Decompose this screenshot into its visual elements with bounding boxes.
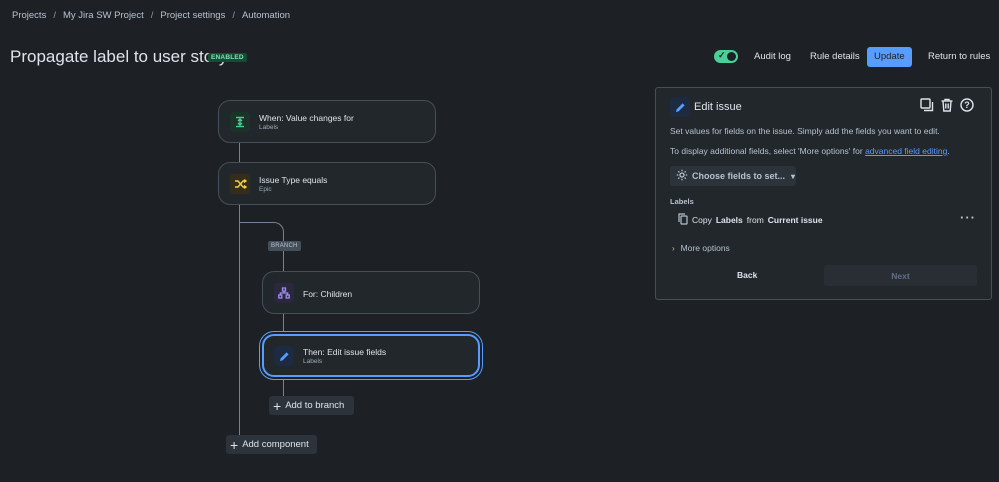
- value-change-icon: [230, 112, 250, 132]
- labels-heading: Labels: [670, 197, 694, 206]
- panel-description: Set values for fields on the issue. Simp…: [670, 126, 940, 136]
- copy-from: from: [746, 215, 764, 225]
- copy-source: Current issue: [767, 215, 823, 225]
- audit-log-button[interactable]: Audit log: [750, 47, 795, 67]
- breadcrumb-projects[interactable]: Projects: [12, 10, 46, 21]
- return-to-rules-button[interactable]: Return to rules: [924, 47, 994, 67]
- rule-enabled-toggle[interactable]: ✓: [714, 50, 738, 63]
- shuffle-icon: [230, 174, 250, 194]
- trigger-subtitle: Labels: [259, 124, 279, 131]
- breadcrumb: Projects / My Jira SW Project / Project …: [12, 10, 290, 21]
- update-button[interactable]: Update: [867, 47, 912, 67]
- condition-subtitle: Epic: [259, 186, 272, 193]
- copy-field: Labels: [715, 215, 743, 225]
- breadcrumb-project-settings[interactable]: Project settings: [160, 10, 225, 21]
- gear-icon: [676, 169, 688, 183]
- branch-label: BRANCH: [268, 241, 301, 251]
- add-component-label: Add component: [242, 439, 309, 450]
- breadcrumb-automation[interactable]: Automation: [242, 10, 290, 21]
- check-icon: ✓: [718, 50, 726, 60]
- plus-icon: +: [273, 397, 282, 414]
- condition-card[interactable]: Issue Type equals Epic: [218, 162, 436, 205]
- breadcrumb-separator: /: [53, 10, 56, 21]
- trash-icon[interactable]: [940, 98, 954, 115]
- plus-icon: +: [230, 436, 239, 453]
- more-options-label: More options: [680, 243, 730, 253]
- help-icon[interactable]: ?: [960, 98, 974, 115]
- status-badge: ENABLED: [208, 53, 247, 62]
- pencil-icon: [670, 97, 690, 117]
- advanced-field-editing-link[interactable]: advanced field editing: [865, 146, 947, 156]
- copy-word: Copy: [692, 215, 712, 225]
- page-title: Propagate label to user story: [10, 47, 228, 66]
- advanced-prefix: To display additional fields, select 'Mo…: [670, 146, 866, 156]
- action-title: Then: Edit issue fields: [303, 347, 387, 357]
- more-actions-icon[interactable]: ···: [960, 210, 976, 225]
- rule-details-button[interactable]: Rule details: [806, 47, 864, 67]
- svg-text:?: ?: [964, 100, 970, 110]
- next-button[interactable]: Next: [824, 265, 977, 286]
- action-subtitle: Labels: [303, 358, 323, 365]
- trigger-title: When: Value changes for: [259, 113, 354, 123]
- panel-actions: ?: [920, 98, 974, 115]
- more-options-toggle[interactable]: › More options: [672, 243, 730, 253]
- branch-card[interactable]: For: Children: [262, 271, 480, 314]
- connector-line: [283, 313, 284, 333]
- add-to-branch-button[interactable]: + Add to branch: [269, 396, 354, 415]
- connector-line: [239, 142, 240, 163]
- panel-title: Edit issue: [694, 101, 742, 113]
- advanced-suffix: .: [947, 146, 950, 156]
- branch-title: For: Children: [303, 289, 353, 299]
- breadcrumb-separator: /: [150, 10, 154, 21]
- chevron-right-icon: ›: [672, 243, 675, 253]
- choose-fields-dropdown[interactable]: Choose fields to set... ▾: [670, 166, 796, 186]
- connector-line: [283, 377, 284, 397]
- add-component-button[interactable]: + Add component: [226, 435, 317, 454]
- trigger-card[interactable]: When: Value changes for Labels: [218, 100, 436, 143]
- choose-fields-label: Choose fields to set...: [692, 171, 786, 181]
- back-button[interactable]: Back: [737, 270, 757, 280]
- pencil-icon: [274, 346, 294, 366]
- panel-description-advanced: To display additional fields, select 'Mo…: [670, 146, 950, 156]
- action-card[interactable]: Then: Edit issue fields Labels: [262, 334, 480, 377]
- add-to-branch-label: Add to branch: [285, 400, 345, 411]
- breadcrumb-project[interactable]: My Jira SW Project: [63, 10, 144, 21]
- copy-labels-row: Copy Labels from Current issue: [678, 213, 823, 227]
- hierarchy-icon: [274, 283, 294, 303]
- breadcrumb-separator: /: [232, 10, 235, 21]
- copy-icon: [678, 213, 688, 227]
- condition-title: Issue Type equals: [259, 175, 328, 185]
- duplicate-icon[interactable]: [920, 98, 934, 115]
- toggle-knob: [727, 52, 736, 61]
- connector-line: [283, 250, 284, 272]
- chevron-down-icon: ▾: [791, 171, 796, 181]
